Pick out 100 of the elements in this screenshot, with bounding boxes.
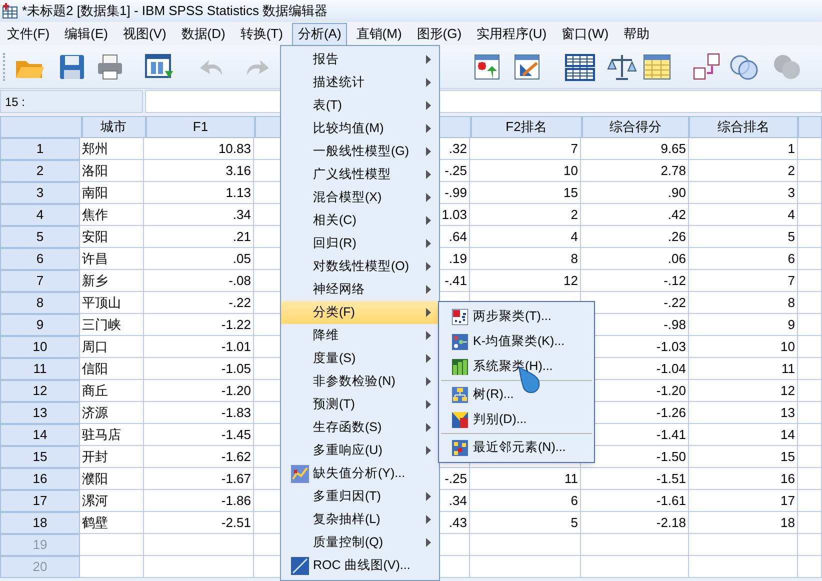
row-number[interactable]: 6 xyxy=(0,248,80,270)
table-cell: 11 xyxy=(470,468,581,490)
submenu-arrow-icon xyxy=(426,101,431,110)
table-cell xyxy=(798,446,822,468)
row-number[interactable]: 7 xyxy=(0,270,80,292)
table-cell: 濮阳 xyxy=(80,468,144,490)
menu-bar-item[interactable]: 实用程序(U) xyxy=(470,22,553,44)
table-cell: 12 xyxy=(470,270,581,292)
row-number[interactable]: 17 xyxy=(0,490,80,512)
table-cell: 驻马店 xyxy=(80,424,144,446)
tree-icon xyxy=(452,386,468,402)
table-cell: 平顶山 xyxy=(80,292,144,314)
table-cell: 2 xyxy=(470,204,581,226)
menu-item[interactable]: 比较均值(M) xyxy=(281,117,439,140)
menu-item[interactable]: 分类(F) xyxy=(281,301,439,324)
table-cell: -2.18 xyxy=(581,512,689,534)
cell-reference: 15 : xyxy=(0,90,143,113)
menu-item[interactable]: 非参数检验(N) xyxy=(281,370,439,393)
menu-item[interactable]: 一般线性模型(G) xyxy=(281,140,439,163)
table-cell: 9 xyxy=(689,314,798,336)
row-number[interactable]: 5 xyxy=(0,226,80,248)
menu-bar-item[interactable]: 直销(M) xyxy=(350,22,408,44)
row-number[interactable]: 2 xyxy=(0,160,80,182)
menu-bar-item[interactable]: 图形(G) xyxy=(410,22,468,44)
table-cell: 4 xyxy=(470,226,581,248)
table-cell xyxy=(80,556,144,578)
row-number[interactable]: 1 xyxy=(0,138,80,160)
menu-item[interactable]: 表(T) xyxy=(281,94,439,117)
table-cell: 8 xyxy=(470,248,581,270)
table-cell: 1.13 xyxy=(144,182,254,204)
table-cell xyxy=(798,160,822,182)
submenu-arrow-icon xyxy=(426,78,431,87)
menu-item[interactable]: 度量(S) xyxy=(281,347,439,370)
column-header[interactable]: F2排名 xyxy=(470,116,582,138)
menu-bar-item[interactable]: 转换(T) xyxy=(234,22,289,44)
table-cell xyxy=(798,468,822,490)
row-number[interactable]: 4 xyxy=(0,204,80,226)
menu-item[interactable]: 多重响应(U) xyxy=(281,439,439,462)
table-cell: 2.78 xyxy=(581,160,689,182)
submenu-arrow-icon xyxy=(426,400,431,409)
submenu-arrow-icon xyxy=(426,193,431,202)
table-cell: 6 xyxy=(689,248,798,270)
table-cell: 1 xyxy=(689,138,798,160)
column-header[interactable]: 综合得分 xyxy=(582,116,690,138)
table-cell xyxy=(798,358,822,380)
submenu-arrow-icon xyxy=(426,55,431,64)
menu-item[interactable]: 质量控制(Q) xyxy=(281,531,439,554)
column-header[interactable]: F1 xyxy=(146,116,256,138)
menu-bar-item[interactable]: 文件(F) xyxy=(1,22,56,44)
table-cell: 洛阳 xyxy=(80,160,144,182)
row-number[interactable]: 14 xyxy=(0,424,80,446)
row-number[interactable]: 15 xyxy=(0,446,80,468)
menu-bar-item[interactable]: 分析(A) xyxy=(292,22,348,44)
row-number[interactable]: 3 xyxy=(0,182,80,204)
table-cell: 4 xyxy=(689,204,798,226)
table-cell: -1.67 xyxy=(144,468,254,490)
table-cell: -1.61 xyxy=(581,490,689,512)
menu-item[interactable]: 生存函数(S) xyxy=(281,416,439,439)
row-number[interactable]: 13 xyxy=(0,402,80,424)
table-cell: 周口 xyxy=(80,336,144,358)
table-cell: 3 xyxy=(689,182,798,204)
menu-bar-item[interactable]: 编辑(E) xyxy=(58,22,114,44)
menu-item[interactable]: 降维 xyxy=(281,324,439,347)
split-table-icon[interactable] xyxy=(562,51,596,83)
table-cell xyxy=(798,380,822,402)
submenu-arrow-icon xyxy=(426,170,431,179)
column-header[interactable]: 综合排名 xyxy=(689,116,798,138)
table-cell: -1.86 xyxy=(144,490,254,512)
menu-bar-item[interactable]: 视图(V) xyxy=(116,22,172,44)
row-number[interactable]: 18 xyxy=(0,512,80,534)
menu-bar-item[interactable]: 帮助 xyxy=(618,22,656,44)
chart-grid-icon xyxy=(291,464,309,482)
row-number[interactable]: 12 xyxy=(0,380,80,402)
submenu-arrow-icon xyxy=(426,423,431,432)
table-cell xyxy=(798,226,822,248)
menu-item[interactable]: ROC 曲线图(V)... xyxy=(281,554,439,577)
submenu-arrow-icon xyxy=(426,377,431,386)
menu-item[interactable]: 描述统计 xyxy=(281,71,439,94)
row-number[interactable]: 8 xyxy=(0,292,80,314)
menu-item[interactable]: 报告 xyxy=(281,48,439,71)
row-number[interactable]: 10 xyxy=(0,336,80,358)
table-cell: 商丘 xyxy=(80,380,144,402)
scatter-icon xyxy=(452,440,468,456)
table-cell: 漯河 xyxy=(80,490,144,512)
table-cell: -1.83 xyxy=(144,402,254,424)
row-number[interactable]: 9 xyxy=(0,314,80,336)
table-cell: 10 xyxy=(470,160,581,182)
menu-bar-item[interactable]: 窗口(W) xyxy=(556,22,615,44)
submenu-arrow-icon xyxy=(426,538,431,547)
menu-bar-item[interactable]: 数据(D) xyxy=(175,22,232,44)
row-number[interactable]: 11 xyxy=(0,358,80,380)
table-cell: 开封 xyxy=(80,446,144,468)
table-cell: -.22 xyxy=(144,292,254,314)
table-cell: .26 xyxy=(581,226,689,248)
menu-item[interactable]: 预测(T) xyxy=(281,393,439,416)
submenu-arrow-icon xyxy=(426,239,431,248)
table-cell xyxy=(798,534,822,556)
table-cell: -1.22 xyxy=(144,314,254,336)
column-header[interactable]: 城市 xyxy=(82,116,146,138)
row-number[interactable]: 16 xyxy=(0,468,80,490)
